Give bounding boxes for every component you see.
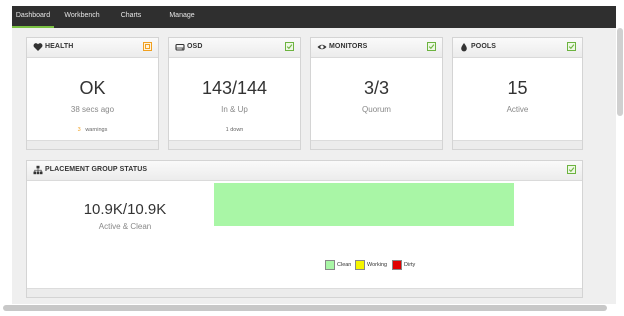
placement-group-card: PLACEMENT GROUP STATUS 10.9K/10.9K Activ…	[26, 160, 583, 298]
legend-label-dirty: Dirty	[404, 262, 416, 268]
pools-card: POOLS 15 Active	[452, 37, 583, 150]
placement-group-title: PLACEMENT GROUP STATUS	[45, 166, 148, 173]
tab-workbench[interactable]: Workbench	[60, 6, 104, 28]
legend-item-dirty: Dirty	[392, 260, 420, 270]
placement-group-value: 10.9K/10.9K	[83, 201, 167, 218]
monitors-card: MONITORS 3/3 Quorum	[310, 37, 443, 150]
health-warnings[interactable]: 3 warnings	[27, 127, 158, 133]
tab-dashboard[interactable]: Dashboard	[12, 6, 54, 28]
pools-card-header: POOLS	[453, 38, 582, 58]
drive-icon	[175, 43, 185, 51]
osd-down-count[interactable]: 1 down	[169, 127, 300, 133]
health-value: OK	[79, 78, 106, 98]
osd-value: 143/144	[201, 78, 268, 98]
legend-item-clean: Clean	[325, 260, 355, 270]
health-card-title: HEALTH	[45, 43, 74, 50]
placement-group-status-text: Active & Clean	[98, 222, 152, 231]
ok-status-icon[interactable]	[567, 42, 576, 51]
legend-item-working: Working	[355, 260, 391, 270]
pools-status-text: Active	[506, 105, 529, 114]
top-nav-bar: Dashboard Workbench Charts Manage	[12, 6, 616, 28]
health-card-header: HEALTH	[27, 38, 158, 58]
osd-card: OSD 143/144 In & Up 1 down	[168, 37, 301, 150]
osd-card-title: OSD	[187, 43, 203, 50]
pools-value: 15	[507, 78, 528, 98]
pools-card-title: POOLS	[471, 43, 497, 50]
ok-status-icon[interactable]	[567, 165, 576, 174]
legend-label-clean: Clean	[337, 262, 352, 268]
sitemap-icon	[33, 165, 43, 175]
vertical-scrollbar[interactable]	[617, 28, 623, 116]
monitors-card-footer	[311, 140, 442, 149]
monitors-card-header: MONITORS	[311, 38, 442, 58]
warning-status-icon[interactable]	[143, 42, 152, 51]
health-card-footer	[27, 140, 158, 149]
warnings-count: 3	[77, 127, 81, 133]
drop-icon	[461, 43, 467, 52]
health-updated-time: 38 secs ago	[70, 105, 115, 114]
legend-label-working: Working	[367, 262, 388, 268]
osd-card-header: OSD	[169, 38, 300, 58]
pools-card-footer	[453, 140, 582, 149]
legend-swatch-working	[355, 260, 365, 270]
tab-manage[interactable]: Manage	[162, 6, 202, 28]
health-card: HEALTH OK 38 secs ago 3 warnings	[26, 37, 159, 150]
tab-charts[interactable]: Charts	[114, 6, 148, 28]
placement-group-clean-bar	[214, 183, 514, 226]
monitors-status-text: Quorum	[362, 105, 391, 114]
placement-group-card-footer	[27, 288, 582, 297]
osd-card-footer	[169, 140, 300, 149]
horizontal-scrollbar[interactable]	[3, 305, 607, 311]
monitors-card-title: MONITORS	[329, 43, 368, 50]
monitors-value: 3/3	[363, 78, 390, 98]
legend-swatch-clean	[325, 260, 335, 270]
eye-icon	[317, 44, 327, 50]
ok-status-icon[interactable]	[285, 42, 294, 51]
legend-swatch-dirty	[392, 260, 402, 270]
ok-status-icon[interactable]	[427, 42, 436, 51]
heart-icon	[33, 43, 43, 51]
osd-status-text: In & Up	[221, 105, 248, 114]
warnings-label: warnings	[85, 127, 108, 133]
placement-group-card-header: PLACEMENT GROUP STATUS	[27, 161, 582, 181]
